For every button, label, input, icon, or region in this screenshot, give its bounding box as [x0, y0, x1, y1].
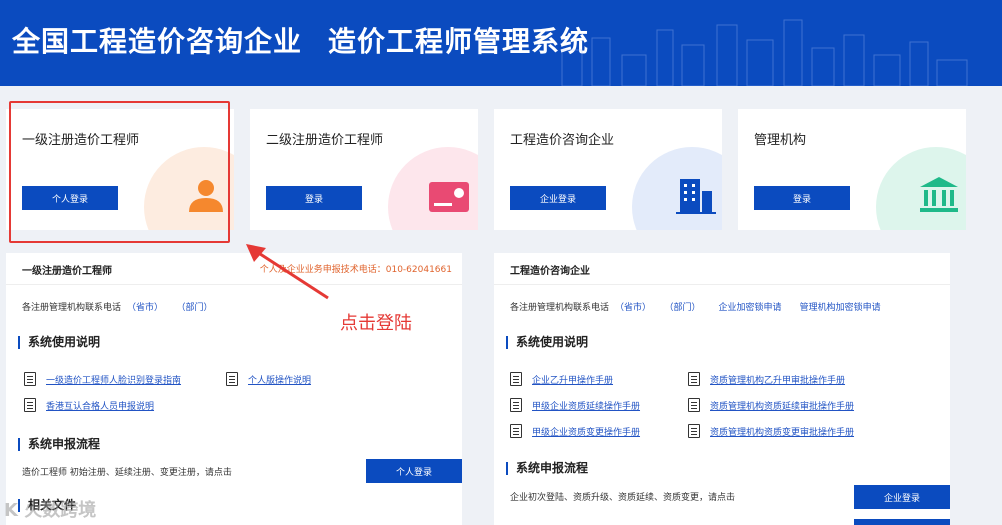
card-title: 二级注册造价工程师 — [266, 133, 384, 148]
page-title: 全国工程造价咨询企业 造价工程师管理系统 — [12, 20, 589, 60]
doc-label: 资质管理机构资质延续审批操作手册 — [710, 401, 855, 412]
card-management-agency: 管理机构 登录 — [738, 109, 966, 230]
skyline-decoration — [561, 19, 968, 86]
document-icon — [688, 372, 700, 386]
card-title: 管理机构 — [754, 133, 807, 148]
doc-link[interactable]: 资质管理机构乙升甲审批操作手册 — [688, 372, 845, 386]
card-second-class-engineer: 二级注册造价工程师 登录 — [250, 109, 478, 230]
header-banner: 全国工程造价咨询企业 造价工程师管理系统 — [0, 0, 1002, 86]
doc-link[interactable]: 资质管理机构资质变更审批操作手册 — [688, 424, 854, 438]
contact-link-department[interactable]: （部门） — [669, 303, 701, 313]
id-card-icon — [429, 182, 469, 212]
enterprise-login-button[interactable]: 企业登录 — [854, 485, 950, 509]
contact-link-department[interactable]: （部门） — [181, 303, 213, 313]
personal-login-button[interactable]: 个人登录 — [366, 459, 462, 483]
panel-first-class-engineer: 一级注册造价工程师 个人及企业业务申报技术电话：010-62041661 各注册… — [6, 253, 462, 525]
card-first-class-engineer: 一级注册造价工程师 个人登录 — [6, 109, 234, 230]
doc-label: 企业乙升甲操作手册 — [532, 375, 614, 386]
login-button[interactable]: 登录 — [754, 186, 850, 210]
document-icon — [688, 424, 700, 438]
usage-title: 系统使用说明 — [18, 336, 100, 349]
document-icon — [24, 398, 36, 412]
contact-row: 各注册管理机构联系电话 （省市） （部门） — [22, 300, 213, 313]
document-icon — [226, 372, 238, 386]
partial-button — [854, 519, 950, 525]
agency-key-apply-link[interactable]: 管理机构加密锁申请 — [800, 303, 881, 313]
enterprise-login-button[interactable]: 企业登录 — [510, 186, 606, 210]
card-title: 一级注册造价工程师 — [22, 133, 140, 148]
card-consulting-enterprise: 工程造价咨询企业 企业登录 — [494, 109, 722, 230]
doc-label: 资质管理机构资质变更审批操作手册 — [710, 427, 855, 438]
person-icon — [189, 180, 223, 212]
annotation-text: 点击登陆 — [340, 313, 412, 334]
title-part1: 全国工程造价咨询企业 — [12, 25, 303, 58]
panel-header: 工程造价咨询企业 — [494, 253, 950, 285]
doc-label: 一级造价工程师人脸识别登录指南 — [46, 375, 182, 386]
contact-link-province[interactable]: （省市） — [615, 303, 651, 313]
flow-title: 系统申报流程 — [18, 438, 100, 451]
document-icon — [510, 424, 522, 438]
contact-link-province[interactable]: （省市） — [127, 303, 163, 313]
doc-label: 甲级企业资质变更操作手册 — [532, 427, 641, 438]
card-title: 工程造价咨询企业 — [510, 133, 615, 148]
doc-link[interactable]: 香港互认合格人员申报说明 — [24, 398, 154, 412]
doc-link[interactable]: 个人版操作说明 — [226, 372, 311, 386]
flow-text: 企业初次登陆、资质升级、资质延续、资质变更，请点击 — [510, 493, 736, 503]
doc-link[interactable]: 甲级企业资质变更操作手册 — [510, 424, 640, 438]
login-button[interactable]: 登录 — [266, 186, 362, 210]
enterprise-key-apply-link[interactable]: 企业加密锁申请 — [719, 303, 782, 313]
document-icon — [688, 398, 700, 412]
document-icon — [510, 372, 522, 386]
usage-title: 系统使用说明 — [506, 336, 588, 349]
flow-title: 系统申报流程 — [506, 462, 588, 475]
doc-label: 香港互认合格人员申报说明 — [46, 401, 155, 412]
doc-link[interactable]: 企业乙升甲操作手册 — [510, 372, 613, 386]
doc-link[interactable]: 一级造价工程师人脸识别登录指南 — [24, 372, 181, 386]
panel-consulting-enterprise: 工程造价咨询企业 各注册管理机构联系电话 （省市） （部门） 企业加密锁申请 管理机构加… — [494, 253, 950, 525]
doc-label: 个人版操作说明 — [248, 375, 312, 386]
doc-label: 资质管理机构乙升甲审批操作手册 — [710, 375, 846, 386]
contact-row: 各注册管理机构联系电话 （省市） （部门） 企业加密锁申请 管理机构加密锁申请 — [510, 300, 881, 313]
document-icon — [510, 398, 522, 412]
personal-login-button[interactable]: 个人登录 — [22, 186, 118, 210]
watermark: K 火数跨境 — [4, 500, 97, 521]
panel-title: 一级注册造价工程师 — [22, 266, 112, 277]
contact-label: 各注册管理机构联系电话 — [22, 303, 122, 313]
panel-header: 一级注册造价工程师 个人及企业业务申报技术电话：010-62041661 — [6, 253, 462, 285]
doc-link[interactable]: 资质管理机构资质延续审批操作手册 — [688, 398, 854, 412]
panel-title: 工程造价咨询企业 — [510, 266, 590, 277]
building-icon — [676, 179, 716, 214]
contact-label: 各注册管理机构联系电话 — [510, 303, 610, 313]
flow-text: 造价工程师 初始注册、延续注册、变更注册，请点击 — [22, 468, 232, 478]
annotation-arrow — [246, 244, 329, 300]
document-icon — [24, 372, 36, 386]
institution-icon — [920, 177, 958, 212]
doc-label: 甲级企业资质延续操作手册 — [532, 401, 641, 412]
doc-link[interactable]: 甲级企业资质延续操作手册 — [510, 398, 640, 412]
